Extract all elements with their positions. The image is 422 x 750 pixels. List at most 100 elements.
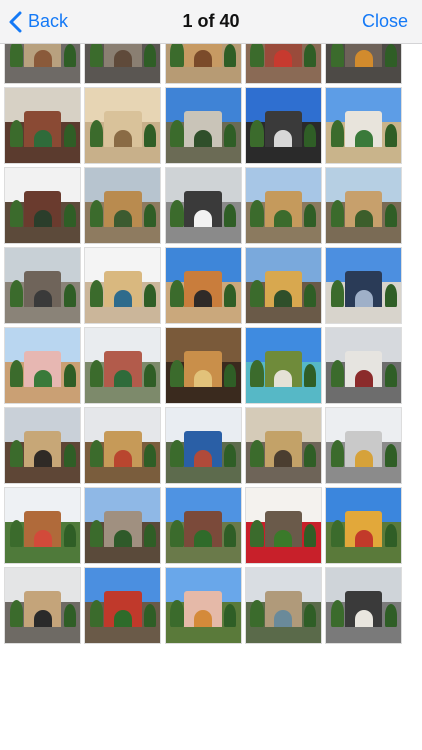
thumbnail-tree [330, 44, 344, 67]
thumbnail-tree [143, 444, 156, 467]
photo-thumbnail[interactable] [84, 167, 162, 244]
photo-thumbnail[interactable] [164, 327, 242, 404]
thumbnail-accent [354, 610, 373, 627]
photo-thumbnail[interactable] [325, 567, 402, 644]
photo-thumbnail[interactable] [325, 44, 402, 84]
photo-thumbnail[interactable] [84, 87, 162, 164]
thumbnail-tree [170, 120, 184, 147]
thumbnail-tree [224, 204, 236, 227]
thumbnail-tree [143, 604, 156, 627]
thumbnail-tree [143, 524, 156, 547]
photo-thumbnail[interactable] [244, 44, 322, 84]
thumbnail-tree [63, 524, 76, 547]
photo-thumbnail[interactable] [84, 247, 162, 324]
thumbnail-tree [304, 604, 317, 627]
photo-thumbnail[interactable] [164, 407, 242, 484]
thumbnail-tree [170, 520, 184, 547]
photo-thumbnail[interactable] [244, 487, 322, 564]
thumbnail-scroll-area[interactable] [0, 44, 422, 750]
thumbnail-tree [170, 440, 184, 467]
thumbnail-accent [113, 610, 132, 627]
thumbnail-tree [170, 280, 184, 307]
photo-thumbnail[interactable] [84, 567, 162, 644]
chevron-left-icon [9, 11, 22, 32]
thumbnail-tree [224, 44, 236, 67]
thumbnail-accent [194, 210, 212, 227]
thumbnail-accent [113, 530, 132, 547]
photo-thumbnail[interactable] [4, 567, 81, 644]
photo-grid [4, 44, 402, 644]
thumbnail-tree [384, 364, 397, 387]
photo-thumbnail[interactable] [4, 247, 81, 324]
thumbnail-accent [194, 130, 212, 147]
thumbnail-tree [384, 524, 397, 547]
thumbnail-accent [194, 450, 212, 467]
photo-thumbnail[interactable] [4, 487, 81, 564]
photo-thumbnail[interactable] [4, 327, 81, 404]
thumbnail-tree [89, 44, 104, 67]
thumbnail-tree [250, 280, 264, 307]
photo-thumbnail[interactable] [244, 87, 322, 164]
photo-thumbnail[interactable] [4, 87, 81, 164]
thumbnail-accent [274, 450, 293, 467]
thumbnail-accent [354, 450, 373, 467]
thumbnail-tree [384, 604, 397, 627]
photo-thumbnail[interactable] [84, 327, 162, 404]
thumbnail-tree [224, 364, 236, 387]
thumbnail-accent [354, 530, 373, 547]
thumbnail-accent [33, 610, 52, 627]
thumbnail-tree [63, 44, 76, 67]
thumbnail-tree [63, 204, 76, 227]
thumbnail-tree [170, 360, 184, 387]
back-label: Back [28, 11, 69, 31]
photo-thumbnail[interactable] [4, 407, 81, 484]
thumbnail-tree [250, 44, 264, 67]
photo-thumbnail[interactable] [325, 327, 402, 404]
thumbnail-tree [304, 284, 317, 307]
photo-thumbnail[interactable] [325, 247, 402, 324]
thumbnail-tree [384, 204, 397, 227]
photo-thumbnail[interactable] [164, 567, 242, 644]
photo-thumbnail[interactable] [244, 167, 322, 244]
photo-thumbnail[interactable] [325, 487, 402, 564]
thumbnail-tree [304, 364, 317, 387]
thumbnail-accent [194, 610, 212, 627]
back-button[interactable]: Back [8, 11, 68, 33]
photo-thumbnail[interactable] [244, 407, 322, 484]
photo-thumbnail[interactable] [244, 567, 322, 644]
close-button[interactable]: Close [362, 11, 408, 32]
photo-thumbnail[interactable] [164, 87, 242, 164]
thumbnail-tree [89, 600, 104, 627]
thumbnail-accent [274, 370, 293, 387]
photo-thumbnail[interactable] [4, 167, 81, 244]
thumbnail-tree [224, 524, 236, 547]
photo-thumbnail[interactable] [164, 44, 242, 84]
thumbnail-tree [9, 280, 23, 307]
thumbnail-accent [274, 50, 293, 67]
photo-thumbnail[interactable] [325, 407, 402, 484]
thumbnail-accent [274, 530, 293, 547]
thumbnail-accent [33, 290, 52, 307]
thumbnail-tree [224, 444, 236, 467]
photo-thumbnail[interactable] [84, 407, 162, 484]
thumbnail-tree [9, 120, 23, 147]
thumbnail-tree [304, 204, 317, 227]
thumbnail-tree [250, 440, 264, 467]
photo-thumbnail[interactable] [325, 167, 402, 244]
photo-thumbnail[interactable] [84, 44, 162, 84]
photo-thumbnail[interactable] [244, 327, 322, 404]
thumbnail-accent [354, 130, 373, 147]
photo-thumbnail[interactable] [164, 247, 242, 324]
photo-thumbnail[interactable] [164, 167, 242, 244]
thumbnail-tree [330, 440, 344, 467]
thumbnail-tree [143, 364, 156, 387]
photo-thumbnail[interactable] [84, 487, 162, 564]
photo-thumbnail[interactable] [325, 87, 402, 164]
photo-thumbnail[interactable] [164, 487, 242, 564]
thumbnail-tree [250, 360, 264, 387]
thumbnail-tree [384, 44, 397, 67]
thumbnail-tree [143, 204, 156, 227]
photo-thumbnail[interactable] [4, 44, 81, 84]
thumbnail-tree [330, 600, 344, 627]
photo-thumbnail[interactable] [244, 247, 322, 324]
